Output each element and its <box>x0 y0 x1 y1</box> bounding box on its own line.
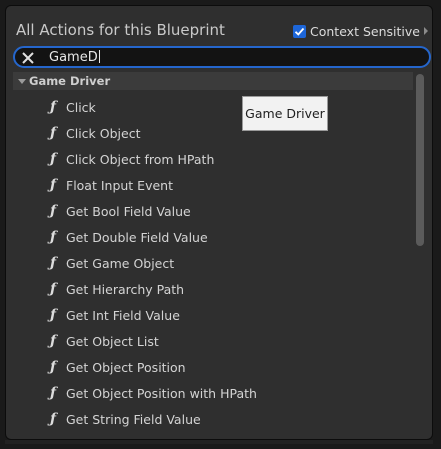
panel-title: All Actions for this Blueprint <box>16 21 225 39</box>
list-item[interactable]: ƒ Get Object List <box>46 331 159 351</box>
actions-panel: All Actions for this Blueprint Context S… <box>5 5 433 440</box>
item-label: Click Object <box>66 125 141 141</box>
action-list: Game Driver ƒ Click ƒ Click Object ƒ Cli… <box>13 72 413 436</box>
item-label: Click <box>66 99 96 115</box>
list-item[interactable]: ƒ Get Game Object <box>46 253 174 273</box>
context-sensitive-toggle[interactable]: Context Sensitive <box>293 22 428 40</box>
search-input-value: GameD <box>49 50 98 65</box>
item-label: Get Int Field Value <box>66 307 180 323</box>
category-label: Game Driver <box>29 74 111 88</box>
list-item[interactable]: ƒ Get Double Field Value <box>46 227 208 247</box>
function-icon: ƒ <box>49 203 57 219</box>
function-icon: ƒ <box>49 281 57 297</box>
function-icon: ƒ <box>49 411 57 427</box>
category-game-driver[interactable]: Game Driver <box>13 72 413 90</box>
item-label: Get Double Field Value <box>66 229 208 245</box>
function-icon: ƒ <box>49 359 57 375</box>
category-tooltip: Game Driver <box>242 96 328 131</box>
list-item[interactable]: ƒ Get Bool Field Value <box>46 201 191 221</box>
panel-footer <box>5 440 433 444</box>
list-item[interactable]: ƒ Click Object from HPath <box>46 149 214 169</box>
function-icon: ƒ <box>49 333 57 349</box>
tooltip-text: Game Driver <box>245 106 325 121</box>
list-item[interactable]: ƒ Float Input Event <box>46 175 173 195</box>
list-item[interactable]: ƒ Click <box>46 97 96 117</box>
item-label: Get String Field Value <box>66 411 201 427</box>
text-caret <box>98 50 100 63</box>
function-icon: ƒ <box>49 307 57 323</box>
list-item[interactable]: ƒ Get Int Field Value <box>46 305 180 325</box>
close-icon[interactable] <box>21 51 35 65</box>
item-label: Get Object List <box>66 333 159 349</box>
context-sensitive-label: Context Sensitive <box>310 23 420 39</box>
check-icon <box>294 27 305 36</box>
list-item[interactable]: ƒ Get String Field Value <box>46 409 201 429</box>
item-label: Get Object Position <box>66 359 186 375</box>
list-scrollbar[interactable] <box>416 74 424 246</box>
context-sensitive-checkbox[interactable] <box>293 24 306 38</box>
item-label: Get Bool Field Value <box>66 203 191 219</box>
item-label: Click Object from HPath <box>66 151 215 167</box>
item-label: Float Input Event <box>66 177 173 193</box>
function-icon: ƒ <box>49 385 57 401</box>
list-item[interactable]: ƒ Get Hierarchy Path <box>46 279 184 299</box>
function-icon: ƒ <box>49 99 57 115</box>
function-icon: ƒ <box>49 229 57 245</box>
list-item[interactable]: ƒ Click Object <box>46 123 141 143</box>
item-label: Get Object Position with HPath <box>66 385 257 401</box>
caret-down-icon[interactable] <box>18 78 26 84</box>
list-item[interactable]: ƒ Get Object Position <box>46 357 186 377</box>
panel-header: All Actions for this Blueprint Context S… <box>6 6 432 46</box>
chevron-right-icon[interactable] <box>423 27 428 35</box>
search-input[interactable]: GameD <box>49 49 100 67</box>
search-box[interactable]: GameD <box>13 46 431 68</box>
item-label: Get Hierarchy Path <box>66 281 185 297</box>
function-icon: ƒ <box>49 177 57 193</box>
item-label: Get Game Object <box>66 255 175 271</box>
function-icon: ƒ <box>49 151 57 167</box>
function-icon: ƒ <box>49 255 57 271</box>
list-item[interactable]: ƒ Get Object Position with HPath <box>46 383 257 403</box>
function-icon: ƒ <box>49 125 57 141</box>
